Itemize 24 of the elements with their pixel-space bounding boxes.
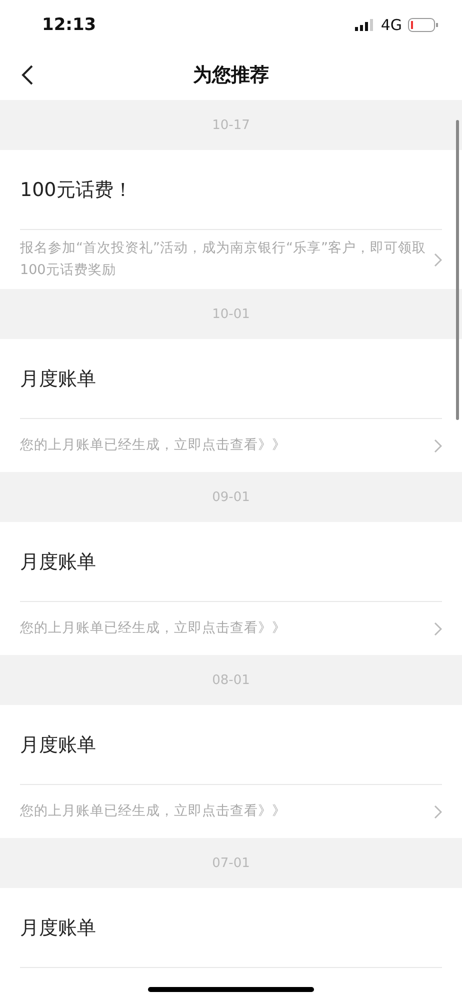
message-title: 100元话费！ [20,178,132,202]
message-title: 月度账单 [20,366,96,392]
message-title: 月度账单 [20,550,96,575]
signal-icon [354,19,375,31]
message-text: 您的上月账单已经生成，立即点击查看》》 [20,436,287,455]
chevron-icon[interactable] [434,252,442,267]
status-time: 12:13 [42,15,96,35]
date-label: 10-01 [212,306,250,322]
message-title: 月度账单 [20,916,96,941]
page-title: 为您推荐 [193,63,269,88]
back-icon[interactable] [20,64,34,86]
chevron-icon[interactable] [434,438,442,453]
battery-icon [408,18,438,32]
message-text: 报名参加“首次投资礼”活动，成为南京银行“乐享”客户，即可领取100元话费奖励 [20,239,426,280]
date-label: 07-01 [212,856,250,871]
date-label: 09-01 [212,490,250,505]
date-label: 08-01 [212,672,250,688]
chevron-icon[interactable] [434,804,442,819]
chevron-icon[interactable] [434,622,442,636]
message-title: 月度账单 [20,732,96,758]
message-text: 您的上月账单已经生成，立即点击查看》》 [20,802,287,821]
network-label: 4G [380,16,402,34]
message-text: 您的上月账单已经生成，立即点击查看》》 [20,618,287,638]
date-label: 10-17 [212,118,250,132]
